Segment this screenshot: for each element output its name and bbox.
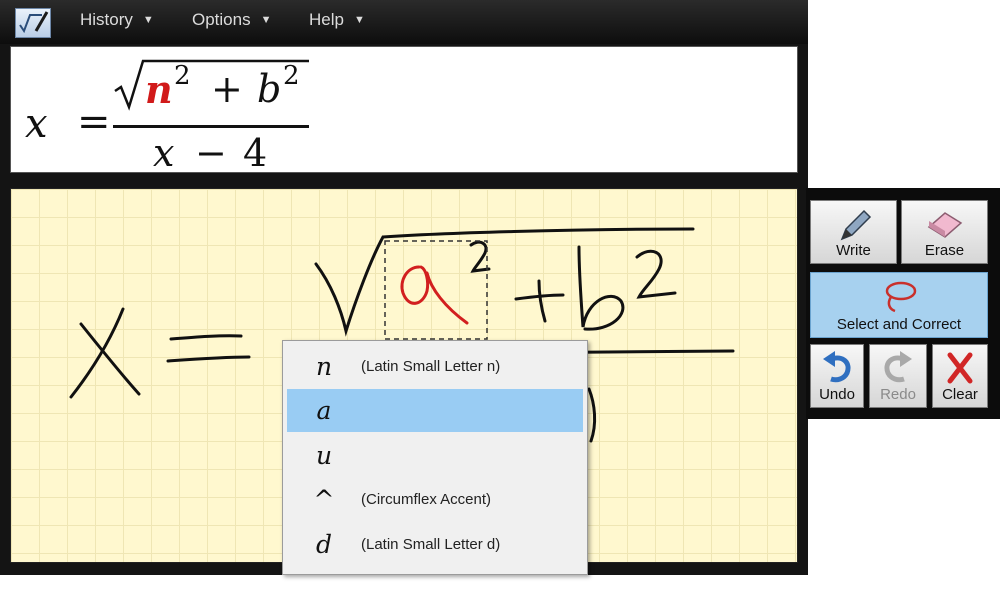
- chevron-down-icon: ▼: [353, 14, 365, 26]
- pen-icon: [840, 209, 871, 241]
- erase-button[interactable]: Erase: [901, 200, 988, 264]
- candidate-item[interactable]: u: [287, 434, 583, 477]
- candidate-item[interactable]: d (Latin Small Letter d): [287, 523, 583, 566]
- tool-palette: Write Erase Select and Correct Undo Redo: [806, 188, 1000, 419]
- candidate-item[interactable]: ^ (Circumflex Accent): [287, 478, 583, 521]
- write-button[interactable]: Write: [810, 200, 897, 264]
- eraser-icon: [927, 212, 962, 238]
- preview-exponent: 2: [174, 61, 191, 91]
- preview-denominator-x: x: [153, 131, 175, 175]
- preview-equals: =: [77, 99, 111, 145]
- lasso-icon: [885, 281, 917, 313]
- clear-button[interactable]: Clear: [932, 344, 988, 408]
- candidate-item-selected[interactable]: a: [287, 389, 583, 432]
- redo-button[interactable]: Redo: [869, 344, 927, 408]
- preview-denominator-4: 4: [243, 131, 268, 175]
- preview-lhs: x: [25, 101, 48, 147]
- correction-candidates-menu: n (Latin Small Letter n) a u ^ (Circumfl…: [282, 340, 588, 575]
- redo-icon: [884, 351, 912, 383]
- undo-button[interactable]: Undo: [810, 344, 864, 408]
- select-and-correct-button[interactable]: Select and Correct: [810, 272, 988, 338]
- fraction-bar: [113, 125, 309, 128]
- undo-icon: [823, 351, 851, 383]
- menu-help[interactable]: Help ▼: [309, 10, 365, 30]
- menu-bar: History ▼ Options ▼ Help ▼: [0, 0, 808, 44]
- chevron-down-icon: ▼: [260, 14, 272, 26]
- preview-selected-term: n: [145, 67, 173, 112]
- menu-options[interactable]: Options ▼: [192, 10, 271, 30]
- preview-minus: −: [195, 131, 227, 175]
- chevron-down-icon: ▼: [142, 14, 154, 26]
- preview-exponent: 2: [283, 61, 300, 91]
- menu-history[interactable]: History ▼: [80, 10, 154, 30]
- preview-plus: +: [211, 67, 243, 111]
- math-panel-app-icon[interactable]: [15, 8, 51, 38]
- clear-x-icon: [947, 352, 973, 384]
- preview-term-b: b: [257, 67, 282, 111]
- candidate-item[interactable]: n (Latin Small Letter n): [287, 345, 583, 388]
- math-preview-area: x = n 2 + b 2 x − 4: [10, 46, 798, 175]
